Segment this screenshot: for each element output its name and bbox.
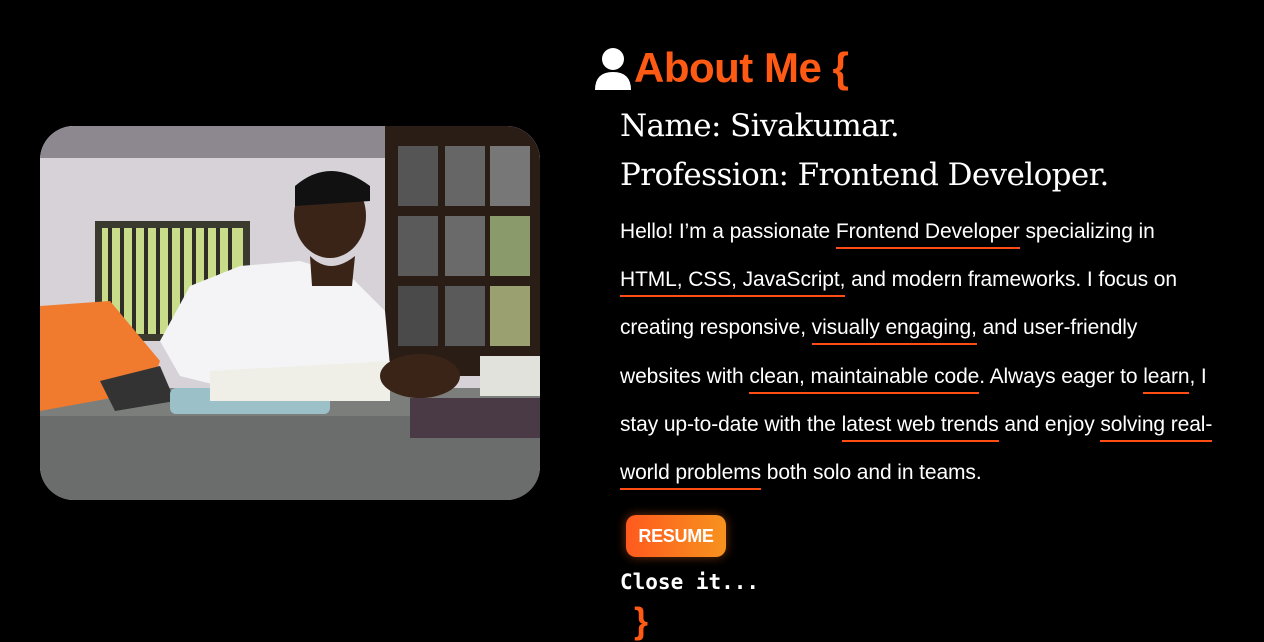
close-text: Close it... xyxy=(620,570,760,594)
bio-text: Hello! I’m a passionate xyxy=(620,220,836,243)
bio-highlight: HTML, CSS, JavaScript, xyxy=(620,268,845,298)
bio-paragraph: Hello! I’m a passionate Frontend Develop… xyxy=(620,208,1220,497)
bio-highlight: Frontend Developer xyxy=(835,220,1020,249)
about-title: About Me { xyxy=(634,44,849,91)
bio-text: specializing in xyxy=(1019,220,1155,243)
bio-text: both solo and in teams. xyxy=(761,461,982,485)
bio-text: . Always eager to xyxy=(979,364,1144,388)
user-icon xyxy=(595,48,631,90)
closing-brace: } xyxy=(634,600,649,641)
bio-highlight: clean, maintainable code xyxy=(749,364,979,394)
profile-photo-illustration xyxy=(40,126,540,500)
bio-text: and enjoy xyxy=(998,412,1101,436)
profile-photo xyxy=(40,126,540,500)
profession-line: Profession: Frontend Developer. xyxy=(620,157,1109,193)
resume-button[interactable]: RESUME xyxy=(626,515,726,557)
bio-highlight: visually engaging, xyxy=(811,316,977,346)
bio-highlight: latest web trends xyxy=(841,412,999,442)
bio-highlight: learn xyxy=(1143,364,1190,394)
about-heading: About Me { xyxy=(594,40,849,96)
name-line: Name: Sivakumar. xyxy=(620,108,900,144)
